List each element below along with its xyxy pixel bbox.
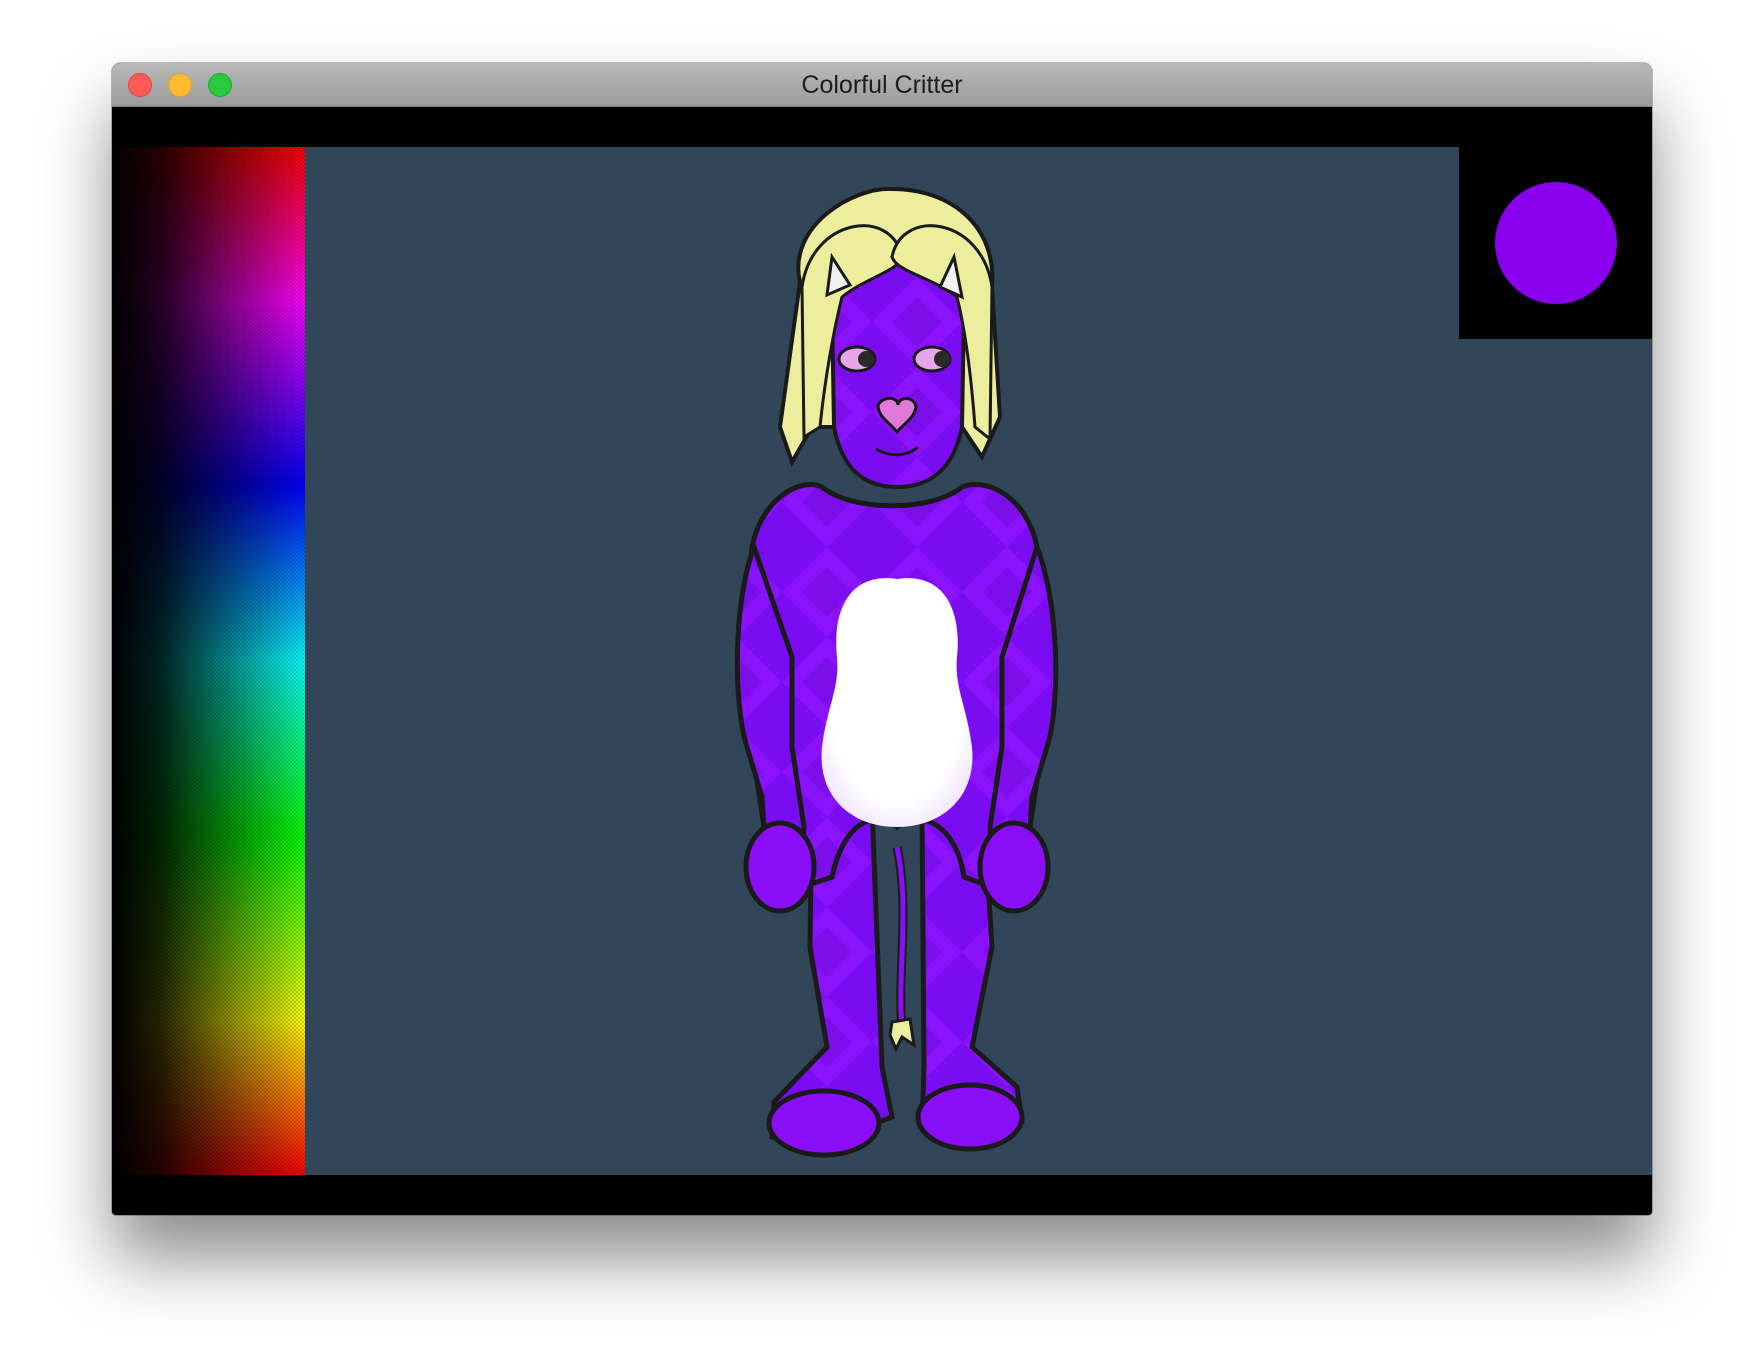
window-title: Colorful Critter xyxy=(801,71,963,99)
game-content xyxy=(112,107,1652,1215)
app-window: Colorful Critter xyxy=(112,63,1652,1215)
selected-color-panel xyxy=(1459,147,1652,339)
critter-character[interactable] xyxy=(692,187,1082,1177)
critter-tail-tuft xyxy=(888,1017,917,1053)
game-stage xyxy=(112,147,1652,1175)
color-palette[interactable] xyxy=(112,147,305,1175)
critter-belly xyxy=(821,578,973,827)
selected-color-swatch xyxy=(1495,182,1617,304)
title-bar[interactable]: Colorful Critter xyxy=(112,63,1652,107)
